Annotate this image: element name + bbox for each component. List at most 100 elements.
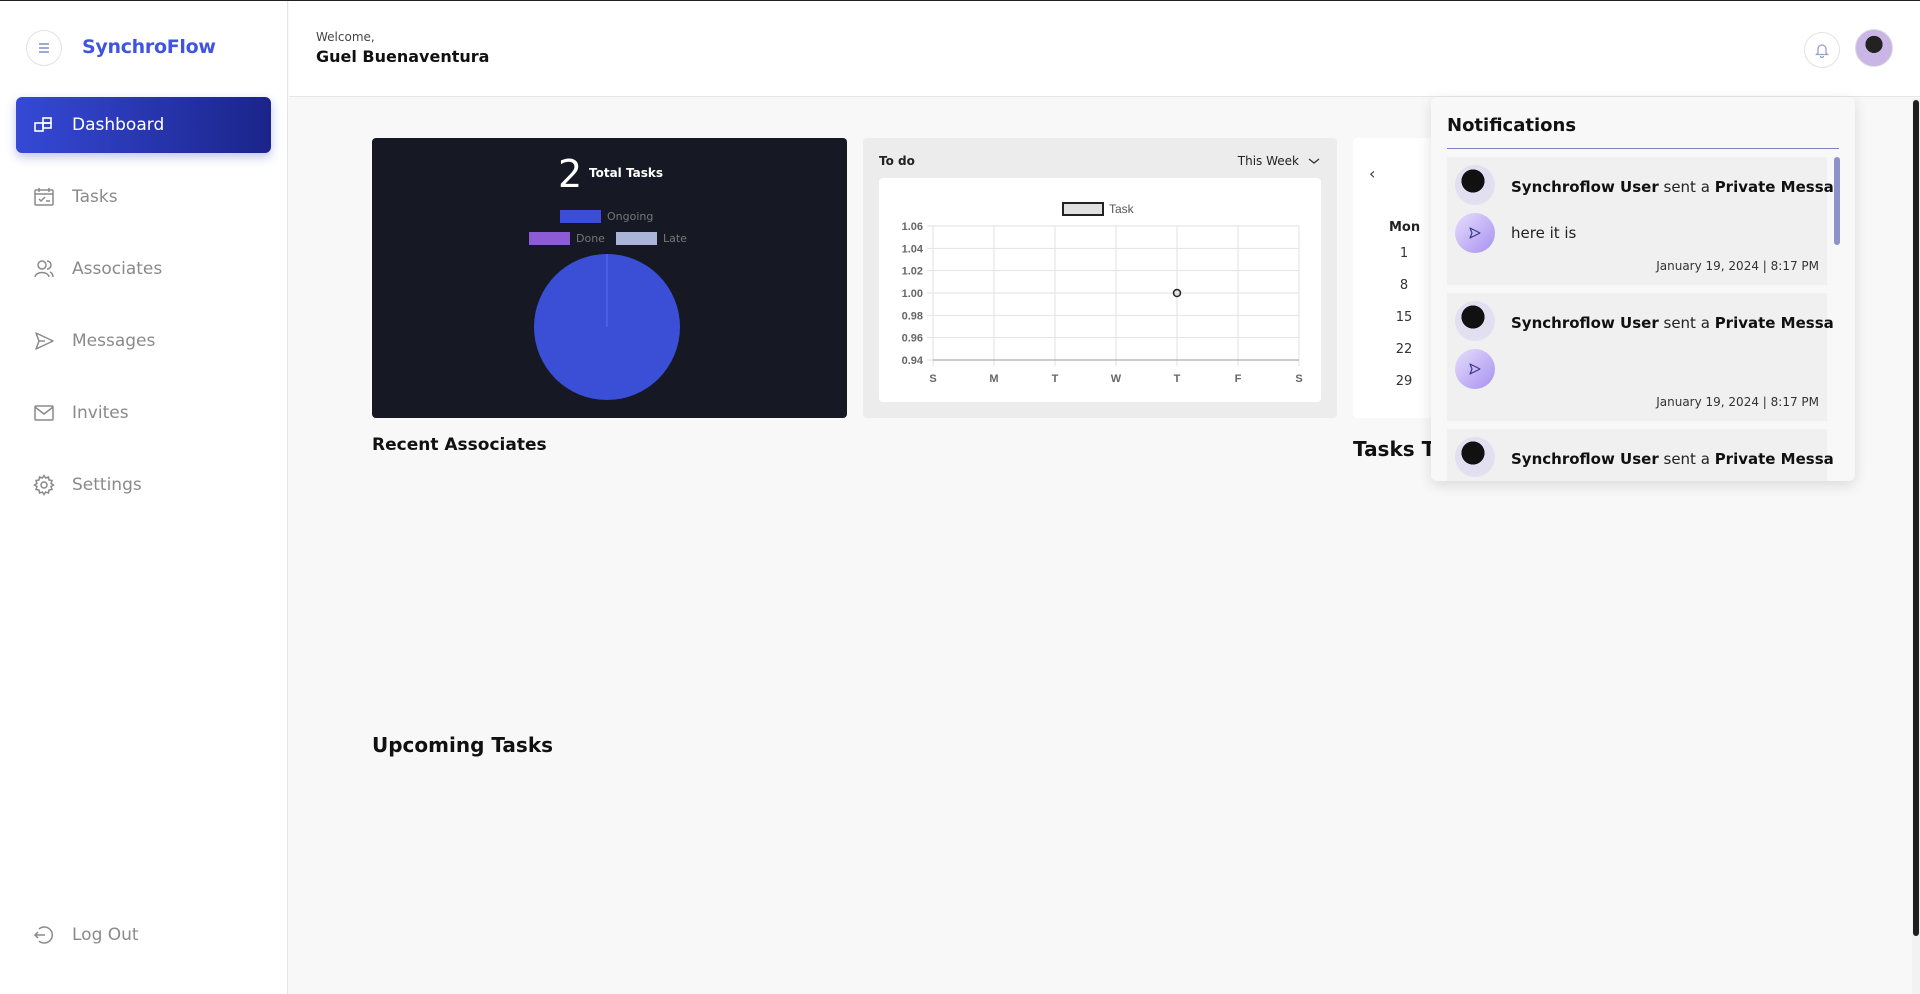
todo-chart-container: Task 1.06 1.04 1.02 1.00 0.98 0.96 0.94 S M T W T F S bbox=[879, 178, 1321, 402]
page-scrollbar[interactable] bbox=[1913, 100, 1919, 936]
legend-swatch bbox=[529, 232, 570, 245]
welcome-text: Welcome, bbox=[316, 30, 375, 44]
x-tick-label: S bbox=[1295, 373, 1302, 385]
x-tick-label: W bbox=[1111, 373, 1122, 385]
task-data-point[interactable] bbox=[1172, 288, 1182, 298]
calendar-date[interactable]: 1 bbox=[1389, 246, 1419, 261]
notification-text: Synchroflow User sent a Private Message bbox=[1511, 178, 1833, 196]
calendar-prev-icon[interactable]: ‹ bbox=[1369, 164, 1375, 183]
total-tasks-card: 2 Total Tasks Ongoing Done Late bbox=[372, 138, 847, 418]
legend-swatch bbox=[616, 232, 657, 245]
notifications-divider bbox=[1447, 148, 1839, 149]
legend-item-task[interactable]: Task bbox=[1062, 202, 1135, 216]
chevron-down-icon bbox=[1308, 158, 1320, 164]
message-type-badge bbox=[1455, 349, 1495, 389]
menu-icon bbox=[39, 43, 49, 53]
send-icon bbox=[1469, 227, 1481, 239]
y-tick-label: 1.06 bbox=[902, 221, 923, 233]
y-tick-label: 0.94 bbox=[902, 355, 924, 367]
notification-item[interactable]: Synchroflow User sent a Private Message … bbox=[1447, 293, 1833, 421]
legend-label: Task bbox=[1109, 202, 1135, 216]
sender-avatar bbox=[1455, 301, 1495, 341]
y-tick-label: 0.98 bbox=[902, 310, 923, 322]
sender-avatar bbox=[1455, 437, 1495, 477]
brand-logo[interactable]: SynchroFlow bbox=[82, 36, 216, 58]
gear-icon bbox=[32, 473, 56, 497]
logout-label: Log Out bbox=[72, 925, 139, 945]
logout-icon bbox=[32, 923, 56, 947]
dashboard-icon bbox=[32, 113, 56, 137]
notification-item[interactable]: Synchroflow User sent a Private Message … bbox=[1447, 157, 1833, 285]
sidebar-item-label: Invites bbox=[72, 403, 129, 423]
sidebar-item-dashboard[interactable]: Dashboard bbox=[16, 97, 271, 153]
sidebar-item-messages[interactable]: Messages bbox=[16, 313, 271, 369]
legend-swatch bbox=[1062, 202, 1104, 216]
calendar-date[interactable]: 15 bbox=[1389, 310, 1419, 325]
sidebar-item-tasks[interactable]: Tasks bbox=[16, 169, 271, 225]
x-tick-label: S bbox=[929, 373, 936, 385]
total-tasks-label: Total Tasks bbox=[589, 166, 663, 180]
send-icon bbox=[1469, 363, 1481, 375]
calendar-date[interactable]: 29 bbox=[1389, 374, 1419, 389]
x-tick-label: F bbox=[1235, 373, 1242, 385]
legend-item-late[interactable]: Late bbox=[616, 232, 687, 245]
todo-line-chart: Task 1.06 1.04 1.02 1.00 0.98 0.96 0.94 S M T W T F S bbox=[902, 202, 1303, 385]
sidebar-item-label: Dashboard bbox=[72, 115, 165, 135]
calendar-date[interactable]: 8 bbox=[1389, 278, 1419, 293]
y-tick-label: 0.96 bbox=[902, 333, 923, 345]
notification-text: Synchroflow User sent a Private Message bbox=[1511, 314, 1833, 332]
notification-time: January 19, 2024 | 8:17 PM bbox=[1656, 259, 1819, 273]
notifications-panel: Notifications Synchroflow User sent a Pr… bbox=[1431, 97, 1855, 481]
user-avatar[interactable] bbox=[1855, 29, 1893, 67]
bell-icon bbox=[1815, 44, 1829, 58]
notification-item[interactable]: Synchroflow User sent a Private Message bbox=[1447, 429, 1833, 481]
hamburger-menu-button[interactable] bbox=[26, 30, 62, 66]
y-tick-label: 1.00 bbox=[902, 288, 923, 300]
top-header: Welcome, Guel Buenaventura bbox=[289, 1, 1920, 97]
notification-text: Synchroflow User sent a Private Message bbox=[1511, 450, 1833, 468]
notifications-title: Notifications bbox=[1447, 115, 1577, 136]
calendar-check-icon bbox=[32, 185, 56, 209]
todo-title: To do bbox=[879, 154, 915, 168]
x-tick-label: M bbox=[989, 373, 998, 385]
x-tick-label: T bbox=[1052, 373, 1059, 385]
notifications-list[interactable]: Synchroflow User sent a Private Message … bbox=[1447, 157, 1833, 481]
y-tick-label: 1.02 bbox=[902, 266, 923, 278]
legend-label: Late bbox=[663, 232, 687, 245]
legend-label: Ongoing bbox=[607, 210, 654, 223]
week-range-select[interactable]: This Week bbox=[1238, 154, 1321, 168]
upcoming-tasks-title: Upcoming Tasks bbox=[372, 733, 554, 757]
sidebar-item-label: Tasks bbox=[72, 187, 118, 207]
sidebar-item-associates[interactable]: Associates bbox=[16, 241, 271, 297]
sidebar-item-settings[interactable]: Settings bbox=[16, 457, 271, 513]
users-icon bbox=[32, 257, 56, 281]
logout-button[interactable]: Log Out bbox=[16, 907, 271, 963]
notification-message: here it is bbox=[1511, 224, 1577, 242]
sidebar-item-label: Settings bbox=[72, 475, 142, 495]
message-type-badge bbox=[1455, 213, 1495, 253]
notification-time: January 19, 2024 | 8:17 PM bbox=[1656, 395, 1819, 409]
send-icon bbox=[32, 329, 56, 353]
notifications-scrollbar[interactable] bbox=[1834, 157, 1840, 245]
sidebar: SynchroFlow Dashboard Tasks Associates M… bbox=[0, 1, 288, 994]
tasks-pie-chart bbox=[534, 254, 680, 400]
user-name: Guel Buenaventura bbox=[316, 47, 490, 66]
legend-label: Done bbox=[576, 232, 605, 245]
notifications-button[interactable] bbox=[1804, 32, 1840, 68]
sidebar-item-invites[interactable]: Invites bbox=[16, 385, 271, 441]
mail-icon bbox=[32, 401, 56, 425]
x-tick-label: T bbox=[1174, 373, 1181, 385]
legend-item-ongoing[interactable]: Ongoing bbox=[560, 210, 653, 223]
sidebar-item-label: Associates bbox=[72, 259, 163, 279]
y-tick-label: 1.04 bbox=[902, 243, 924, 255]
calendar-date[interactable]: 22 bbox=[1389, 342, 1419, 357]
todo-card: To do This Week Task 1.06 1.04 1.02 1.00 0.98… bbox=[863, 138, 1337, 418]
calendar-day-header: Mon bbox=[1389, 220, 1421, 235]
recent-associates-title: Recent Associates bbox=[372, 435, 547, 455]
sidebar-item-label: Messages bbox=[72, 331, 156, 351]
sender-avatar bbox=[1455, 165, 1495, 205]
total-tasks-count: 2 bbox=[558, 152, 583, 196]
legend-swatch bbox=[560, 210, 601, 223]
week-range-value: This Week bbox=[1237, 154, 1299, 168]
legend-item-done[interactable]: Done bbox=[529, 232, 605, 245]
